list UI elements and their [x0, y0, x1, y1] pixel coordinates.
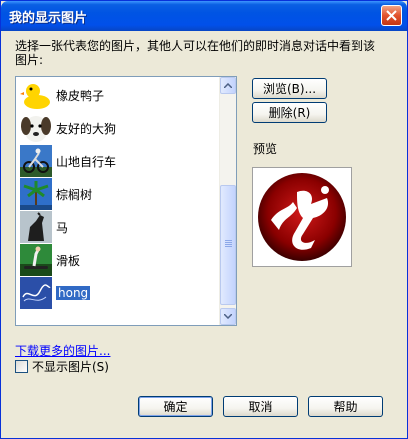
hide-picture-option[interactable]: 不显示图片(S): [15, 358, 109, 375]
scroll-grip: [225, 240, 232, 241]
ok-button[interactable]: 确定: [138, 396, 213, 417]
description-text: 选择一张代表您的图片，其他人可以在他们的即时消息对话中看到该图片:: [15, 39, 376, 67]
scroll-thumb[interactable]: [220, 185, 236, 305]
list-item[interactable]: 橡皮鸭子: [20, 79, 104, 111]
browse-button[interactable]: 浏览(B)...: [252, 78, 327, 99]
list-scrollbar[interactable]: [219, 77, 236, 325]
list-item-label: hong: [56, 286, 91, 300]
scroll-up-button[interactable]: [220, 77, 236, 94]
preview-picture-icon: [253, 168, 351, 266]
list-item[interactable]: 山地自行车: [20, 145, 116, 177]
mountain-bike-icon: [20, 145, 52, 177]
palm-tree-icon: [20, 178, 52, 210]
list-item[interactable]: 滑板: [20, 244, 80, 276]
dog-icon: [20, 112, 52, 144]
close-button[interactable]: [381, 5, 402, 26]
list-item-label: 山地自行车: [56, 154, 117, 169]
scroll-down-button[interactable]: [220, 308, 236, 325]
hide-picture-label: 不显示图片(S): [32, 360, 109, 374]
close-icon: [386, 10, 397, 21]
preview-label: 预览: [253, 142, 278, 156]
list-item-label: 橡皮鸭子: [56, 88, 105, 103]
dialog-window: 我的显示图片 选择一张代表您的图片，其他人可以在他们的即时消息对话中看到该图片:…: [0, 0, 408, 439]
horse-icon: [20, 211, 52, 243]
cancel-button[interactable]: 取消: [223, 396, 298, 417]
list-item[interactable]: 马: [20, 211, 68, 243]
window-title: 我的显示图片: [9, 11, 88, 26]
list-item[interactable]: 友好的大狗: [20, 112, 116, 144]
chevron-up-icon: [224, 83, 232, 88]
list-item[interactable]: hong: [20, 277, 91, 309]
title-bar[interactable]: 我的显示图片: [1, 1, 407, 31]
list-item-label: 滑板: [56, 253, 81, 268]
picture-list[interactable]: 橡皮鸭子 友好的大狗 山地自行车 棕榈树 马 滑板 hong: [15, 76, 237, 326]
chevron-down-icon: [224, 314, 232, 319]
custom-picture-icon: [20, 277, 52, 309]
skateboard-icon: [20, 244, 52, 276]
rubber-duck-icon: [20, 79, 52, 111]
hide-picture-checkbox[interactable]: [15, 360, 28, 373]
help-button[interactable]: 帮助: [308, 396, 383, 417]
preview-image: [252, 167, 352, 267]
list-item-label: 棕榈树: [56, 187, 93, 202]
delete-button[interactable]: 删除(R): [252, 102, 327, 123]
download-more-pictures-link[interactable]: 下载更多的图片...: [15, 342, 110, 359]
list-item-label: 马: [56, 220, 69, 235]
list-item-label: 友好的大狗: [56, 121, 117, 136]
list-item[interactable]: 棕榈树: [20, 178, 92, 210]
